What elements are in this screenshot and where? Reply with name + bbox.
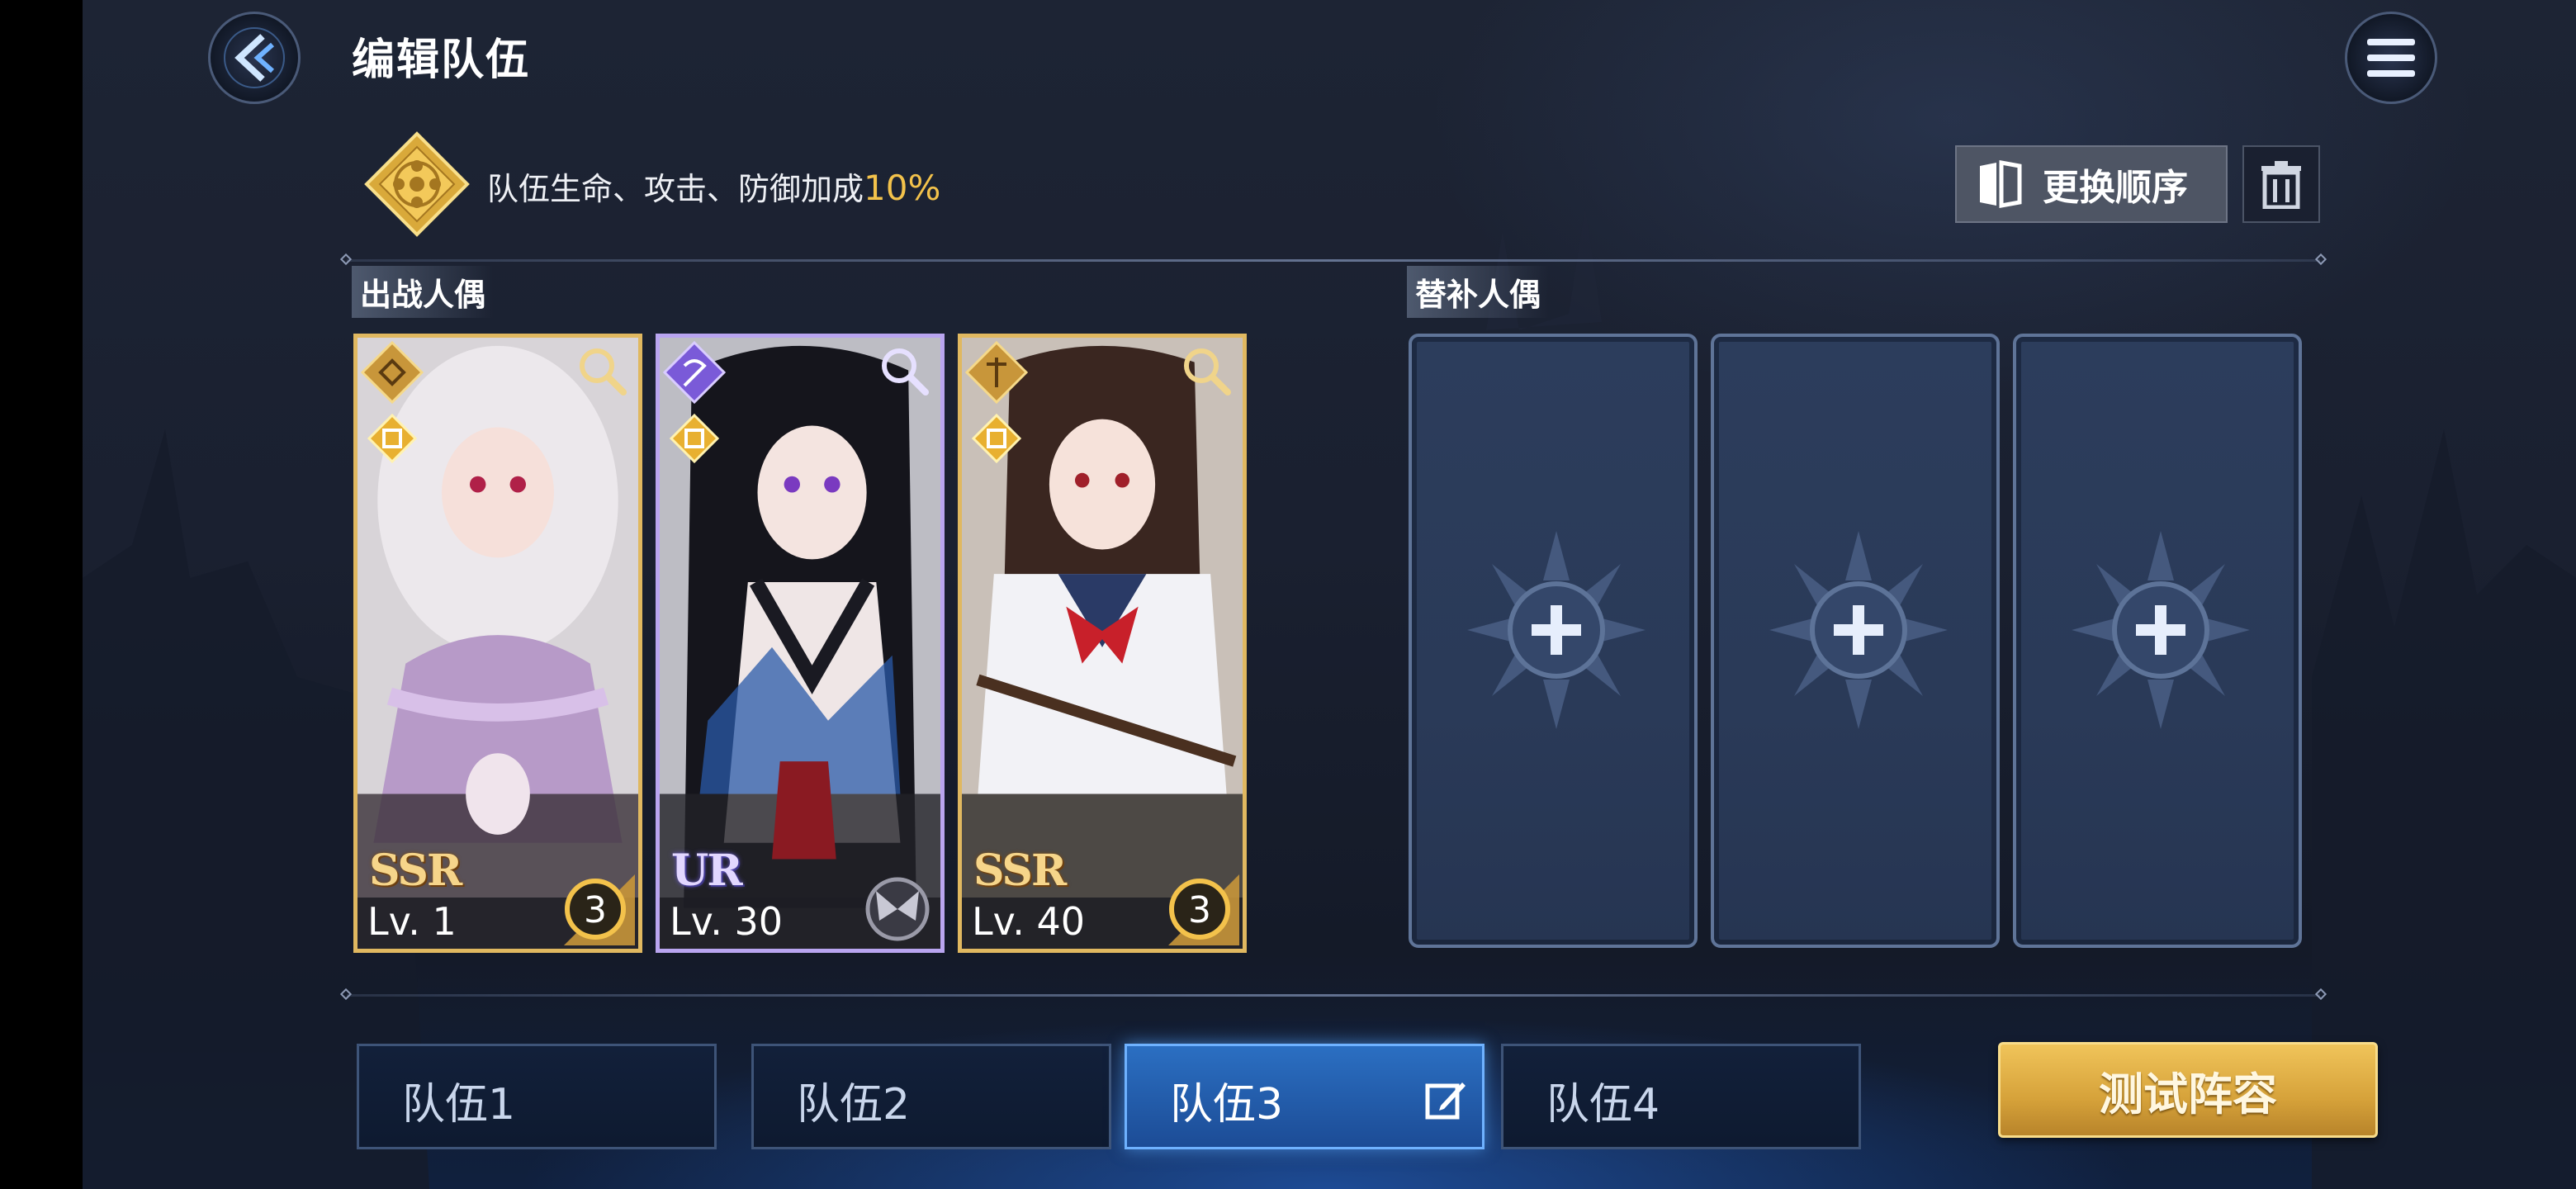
level-text: Lv. 30 xyxy=(670,899,784,944)
element-badge-icon xyxy=(972,414,1021,463)
team-bonus-text: 队伍生命、攻击、防御加成10% xyxy=(487,163,940,209)
bonus-description: 队伍生命、攻击、防御加成 xyxy=(487,171,864,207)
delete-team-button[interactable] xyxy=(2242,145,2320,223)
rarity-label: UR xyxy=(671,846,743,896)
magnify-icon[interactable] xyxy=(878,344,930,397)
menu-button[interactable] xyxy=(2345,12,2437,104)
page-title: 编辑队伍 xyxy=(352,36,531,85)
game-screen: 编辑队伍 队伍生命、攻击、防御加成10% 更换顺序 出战人偶 替补人偶 SSR … xyxy=(83,0,2576,1189)
tab-team-2[interactable]: 队伍2 xyxy=(751,1044,1111,1149)
substitute-slot-2[interactable] xyxy=(1711,334,2000,948)
tab-label: 队伍2 xyxy=(797,1080,911,1130)
back-arrow-icon xyxy=(224,27,285,88)
swap-order-icon xyxy=(1980,160,2022,208)
reorder-label: 更换顺序 xyxy=(2043,167,2188,209)
tab-team-1[interactable]: 队伍1 xyxy=(357,1044,717,1149)
trash-icon xyxy=(2261,161,2301,209)
substitute-slot-3[interactable] xyxy=(2013,334,2302,948)
reorder-button[interactable]: 更换顺序 xyxy=(1955,145,2228,223)
level-text: Lv. 1 xyxy=(367,899,457,944)
tab-label: 队伍3 xyxy=(1170,1080,1284,1130)
element-badge-icon xyxy=(367,414,417,463)
golden-flower-emblem-icon xyxy=(364,131,470,237)
magnify-icon[interactable] xyxy=(1180,344,1233,397)
add-plus-icon xyxy=(1467,531,1646,729)
rarity-label: SSR xyxy=(973,846,1067,896)
tab-label: 队伍1 xyxy=(402,1080,516,1130)
unit-card-3[interactable]: SSR Lv. 40 3 xyxy=(958,334,1247,953)
star-rank-badge-icon: 3 xyxy=(564,874,635,945)
magnify-icon[interactable] xyxy=(575,344,628,397)
class-emblem-icon xyxy=(965,341,1028,404)
top-divider xyxy=(347,259,2320,262)
unit-card-2[interactable]: UR Lv. 30 xyxy=(656,334,945,953)
tab-team-4[interactable]: 队伍4 xyxy=(1501,1044,1861,1149)
star-count: 3 xyxy=(1188,889,1211,931)
substitute-section-label: 替补人偶 xyxy=(1407,266,1550,318)
class-emblem-icon xyxy=(663,341,726,404)
star-count: 3 xyxy=(584,889,607,931)
test-lineup-button[interactable]: 测试阵容 xyxy=(1998,1042,2378,1138)
element-badge-icon xyxy=(670,414,719,463)
butterfly-badge-icon xyxy=(865,877,930,941)
tab-label: 队伍4 xyxy=(1546,1080,1660,1130)
edit-pencil-icon[interactable] xyxy=(1424,1078,1467,1120)
add-plus-icon xyxy=(2072,531,2250,729)
substitute-slot-1[interactable] xyxy=(1409,334,1698,948)
active-section-label: 出战人偶 xyxy=(352,266,495,318)
tab-team-3[interactable]: 队伍3 xyxy=(1125,1044,1485,1149)
bottom-divider xyxy=(347,994,2320,997)
rarity-label: SSR xyxy=(369,846,462,896)
unit-card-1[interactable]: SSR Lv. 1 3 xyxy=(353,334,642,953)
test-lineup-label: 测试阵容 xyxy=(2099,1068,2277,1120)
bonus-percent: 10% xyxy=(864,168,941,208)
hamburger-menu-icon xyxy=(2367,39,2415,77)
class-emblem-icon xyxy=(361,341,424,404)
level-text: Lv. 40 xyxy=(972,899,1086,944)
star-rank-badge-icon: 3 xyxy=(1168,874,1239,945)
back-button[interactable] xyxy=(208,12,301,104)
add-plus-icon xyxy=(1769,531,1948,729)
